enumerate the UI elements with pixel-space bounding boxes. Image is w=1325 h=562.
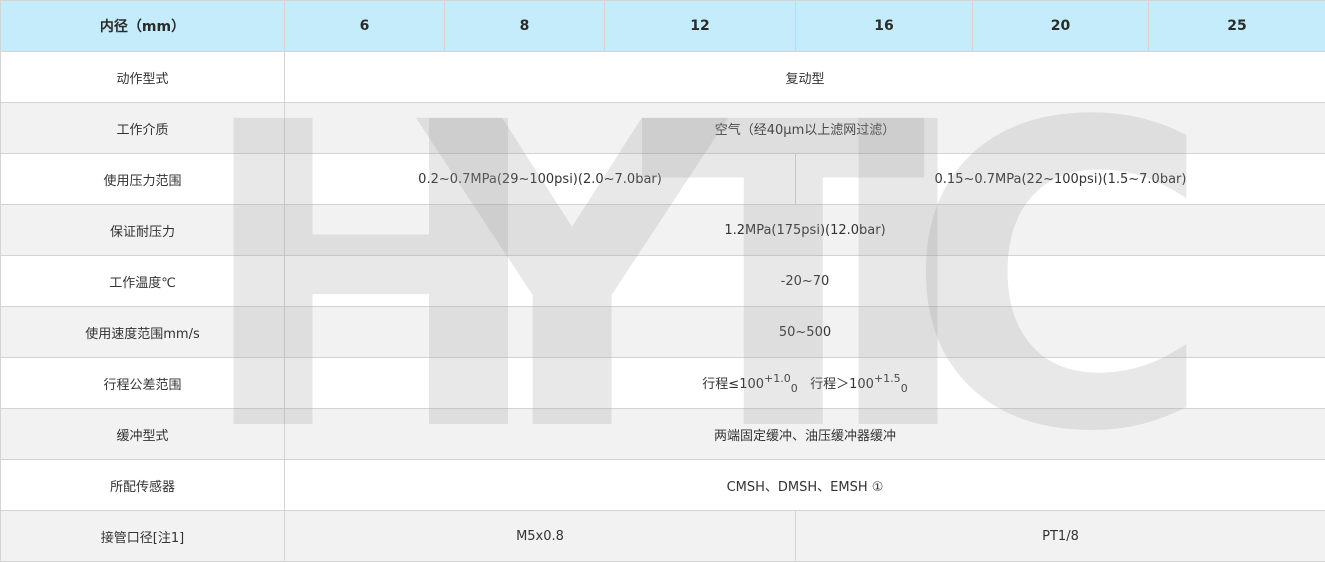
row-value: 复动型	[284, 51, 1325, 103]
row-label: 动作型式	[0, 51, 285, 103]
row-label: 接管口径[注1]	[0, 510, 285, 562]
row-label: 工作介质	[0, 102, 285, 154]
row-value-large-bore: 0.15~0.7MPa(22~100psi)(1.5~7.0bar)	[795, 153, 1325, 205]
row-label: 保证耐压力	[0, 204, 285, 256]
row-value: 两端固定缓冲、油压缓冲器缓冲	[284, 408, 1325, 460]
table-row: 缓冲型式 两端固定缓冲、油压缓冲器缓冲	[0, 408, 1325, 460]
size-8: 8	[444, 0, 605, 52]
table-row: 工作介质 空气（经40μm以上滤网过滤）	[0, 102, 1325, 154]
spec-table: 内径（mm） 6 8 12 16 20 25 动作型式 复动型 工作介质 空气（…	[0, 0, 1325, 562]
row-value: CMSH、DMSH、EMSH ①	[284, 459, 1325, 511]
size-16: 16	[795, 0, 973, 52]
table-row: 使用压力范围 0.2~0.7MPa(29~100psi)(2.0~7.0bar)…	[0, 153, 1325, 205]
table-row: 所配传感器 CMSH、DMSH、EMSH ①	[0, 459, 1325, 511]
table-row: 动作型式 复动型	[0, 51, 1325, 103]
header-row: 内径（mm） 6 8 12 16 20 25	[0, 0, 1325, 52]
table-row: 保证耐压力 1.2MPa(175psi)(12.0bar)	[0, 204, 1325, 256]
row-value-large-bore: PT1/8	[795, 510, 1325, 562]
row-value-small-bore: 0.2~0.7MPa(29~100psi)(2.0~7.0bar)	[284, 153, 796, 205]
size-6: 6	[284, 0, 445, 52]
size-25: 25	[1148, 0, 1325, 52]
row-label: 使用速度范围mm/s	[0, 306, 285, 358]
tolerance-long-stroke: 行程＞100+1.50	[810, 371, 908, 395]
table-row: 接管口径[注1] M5x0.8 PT1/8	[0, 510, 1325, 562]
table-row: 工作温度℃ -20~70	[0, 255, 1325, 307]
row-value: 50~500	[284, 306, 1325, 358]
row-label: 缓冲型式	[0, 408, 285, 460]
row-value: 1.2MPa(175psi)(12.0bar)	[284, 204, 1325, 256]
table-row: 使用速度范围mm/s 50~500	[0, 306, 1325, 358]
tolerance-short-stroke: 行程≤100+1.00	[702, 371, 798, 395]
size-20: 20	[972, 0, 1149, 52]
row-label: 所配传感器	[0, 459, 285, 511]
header-label: 内径（mm）	[0, 0, 285, 52]
row-value-stroke-tolerance: 行程≤100+1.00 行程＞100+1.50	[284, 357, 1325, 409]
row-value: 空气（经40μm以上滤网过滤）	[284, 102, 1325, 154]
row-label: 行程公差范围	[0, 357, 285, 409]
size-12: 12	[604, 0, 796, 52]
row-label: 工作温度℃	[0, 255, 285, 307]
table-row: 行程公差范围 行程≤100+1.00 行程＞100+1.50	[0, 357, 1325, 409]
row-value: -20~70	[284, 255, 1325, 307]
row-label: 使用压力范围	[0, 153, 285, 205]
row-value-small-bore: M5x0.8	[284, 510, 796, 562]
